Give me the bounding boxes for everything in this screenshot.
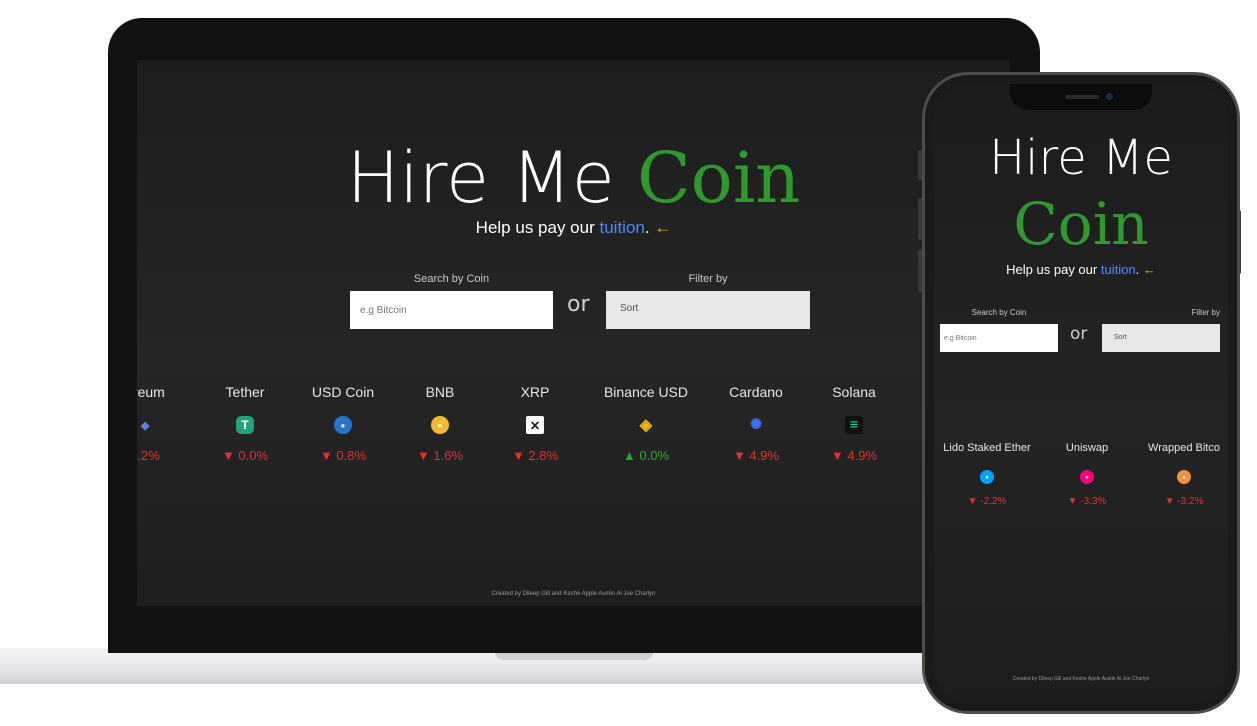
- price-change-value: 2.2%: [137, 448, 160, 463]
- price-change-value: 4.9%: [749, 448, 780, 463]
- mobile-coin-item[interactable]: Lido Staked Ether ● ▼ -2.2%: [939, 442, 1035, 507]
- cardano-icon: ✺: [749, 417, 763, 433]
- price-change: ▼ 1.6%: [390, 448, 490, 463]
- binance-usd-icon: ◈: [639, 416, 653, 434]
- coin-item[interactable]: Cardano ✺ ▼ 4.9%: [706, 384, 806, 463]
- subtitle-text: Help us pay our: [475, 218, 595, 237]
- subtitle-period: .: [644, 218, 650, 237]
- triangle-down-icon: ▼: [1067, 496, 1081, 507]
- triangle-down-icon: ▼: [511, 448, 529, 463]
- triangle-down-icon: ▼: [967, 496, 981, 507]
- coin-name: Binance USD: [603, 384, 689, 400]
- filter-select[interactable]: Sort: [606, 291, 810, 329]
- mobile-or-text: or: [1070, 324, 1088, 344]
- ethereum-icon: ◆: [140, 419, 150, 432]
- coin-item[interactable]: XRP ✕ ▼ 2.8%: [485, 384, 585, 463]
- title-main: Hire Me: [346, 137, 615, 219]
- coin-name: Cardano: [729, 384, 783, 400]
- price-change: ▼ 2.2%: [137, 448, 195, 463]
- coin-name: ereum: [137, 384, 165, 400]
- phone-camera: [1106, 93, 1113, 100]
- tether-icon: T: [236, 416, 254, 434]
- mobile-footer-credit: Created by Dileep Gill and Keshe Apple A…: [1012, 676, 1150, 682]
- coin-name: USD Coin: [311, 384, 375, 400]
- mobile-price-change: ▼ -3.3%: [1039, 496, 1135, 507]
- or-text: or: [567, 292, 590, 317]
- subtitle: Help us pay our tuition. ←: [137, 218, 1010, 238]
- price-change: ▼ 4.9%: [804, 448, 904, 463]
- coin-name: Tether: [225, 384, 265, 400]
- uniswap-icon: ●: [1080, 470, 1094, 484]
- triangle-down-icon: ▼: [416, 448, 434, 463]
- lido-staked-ether-icon: ●: [980, 470, 994, 484]
- price-change-value: 2.8%: [528, 448, 559, 463]
- mobile-price-change-value: -3.3%: [1080, 496, 1107, 507]
- mobile-coin-name: Wrapped Bitco: [1148, 442, 1220, 454]
- phone-speaker: [1065, 95, 1099, 99]
- mobile-title-main: Hire Me: [989, 130, 1173, 186]
- footer-credit: Created by Dileep Gill and Keshe Apple A…: [491, 591, 656, 597]
- search-input[interactable]: [350, 291, 553, 329]
- price-change: ▼ 0.0%: [195, 448, 295, 463]
- coin-item[interactable]: Solana ≡ ▼ 4.9%: [804, 384, 904, 463]
- title-accent: Coin: [637, 137, 801, 219]
- mobile-filter-select[interactable]: Sort: [1102, 324, 1220, 352]
- price-change-value: 0.8%: [336, 448, 367, 463]
- mobile-search-input[interactable]: [940, 324, 1058, 352]
- mobile-arrow-left-icon: ←: [1142, 262, 1156, 277]
- mobile-search-label: Search by Coin: [971, 308, 1027, 317]
- triangle-down-icon: ▼: [221, 448, 239, 463]
- mobile-tuition-link[interactable]: tuition: [1101, 262, 1136, 277]
- triangle-down-icon: ▼: [732, 448, 750, 463]
- coin-item[interactable]: USD Coin ● ▼ 0.8%: [293, 384, 393, 463]
- coin-name: Solana: [832, 384, 876, 400]
- coin-item[interactable]: ereum ◆ ▼ 2.2%: [137, 384, 195, 463]
- price-change: ▼ 2.8%: [485, 448, 585, 463]
- price-change: ▼ 4.9%: [706, 448, 806, 463]
- mobile-price-change: ▼ -3.2%: [1136, 496, 1228, 507]
- laptop-screen: Hire Me Coin Help us pay our tuition. ← …: [137, 60, 1010, 606]
- triangle-up-icon: ▲: [622, 448, 640, 463]
- filter-label: Filter by: [688, 273, 728, 285]
- mobile-title-accent: Coin: [934, 192, 1228, 256]
- mobile-price-change: ▼ -2.2%: [939, 496, 1035, 507]
- coin-name: XRP: [520, 384, 550, 400]
- xrp-icon: ✕: [526, 416, 544, 434]
- mobile-title-coin: Coin: [1013, 190, 1149, 258]
- price-change-value: 4.9%: [847, 448, 878, 463]
- price-change: ▲ 0.0%: [596, 448, 696, 463]
- triangle-down-icon: ▼: [830, 448, 848, 463]
- mobile-subtitle-period: .: [1135, 262, 1140, 277]
- coin-item[interactable]: BNB ● ▼ 1.6%: [390, 384, 490, 463]
- search-label: Search by Coin: [413, 273, 490, 285]
- mobile-coin-item[interactable]: Wrapped Bitco ● ▼ -3.2%: [1136, 442, 1228, 507]
- arrow-left-icon: ←: [654, 218, 672, 237]
- solana-icon: ≡: [845, 416, 863, 434]
- coin-item[interactable]: Tether T ▼ 0.0%: [195, 384, 295, 463]
- tuition-link[interactable]: tuition: [599, 218, 644, 237]
- bnb-icon: ●: [431, 416, 449, 434]
- mobile-subtitle: Help us pay our tuition. ←: [934, 262, 1228, 277]
- mobile-coin-item[interactable]: Uniswap ● ▼ -3.3%: [1039, 442, 1135, 507]
- mobile-price-change-value: -3.2%: [1177, 496, 1204, 507]
- usd-coin-icon: ●: [334, 416, 352, 434]
- price-change-value: 0.0%: [238, 448, 269, 463]
- coin-item[interactable]: Binance USD ◈ ▲ 0.0%: [596, 384, 696, 463]
- triangle-down-icon: ▼: [319, 448, 337, 463]
- mobile-price-change-value: -2.2%: [980, 496, 1007, 507]
- phone-screen: Hire Me Coin Help us pay our tuition. ← …: [934, 84, 1228, 702]
- wrapped-bitcoin-icon: ●: [1177, 470, 1191, 484]
- mobile-coin-name: Uniswap: [1065, 442, 1109, 454]
- price-change: ▼ 0.8%: [293, 448, 393, 463]
- mobile-coin-name: Lido Staked Ether: [943, 442, 1031, 454]
- coin-name: BNB: [425, 384, 455, 400]
- page-title: Hire Me Coin: [137, 138, 1010, 218]
- mobile-filter-label: Filter by: [1191, 308, 1220, 317]
- price-change-value: 0.0%: [639, 448, 670, 463]
- mobile-subtitle-text: Help us pay our: [1006, 262, 1098, 277]
- price-change-value: 1.6%: [433, 448, 464, 463]
- triangle-down-icon: ▼: [1164, 496, 1178, 507]
